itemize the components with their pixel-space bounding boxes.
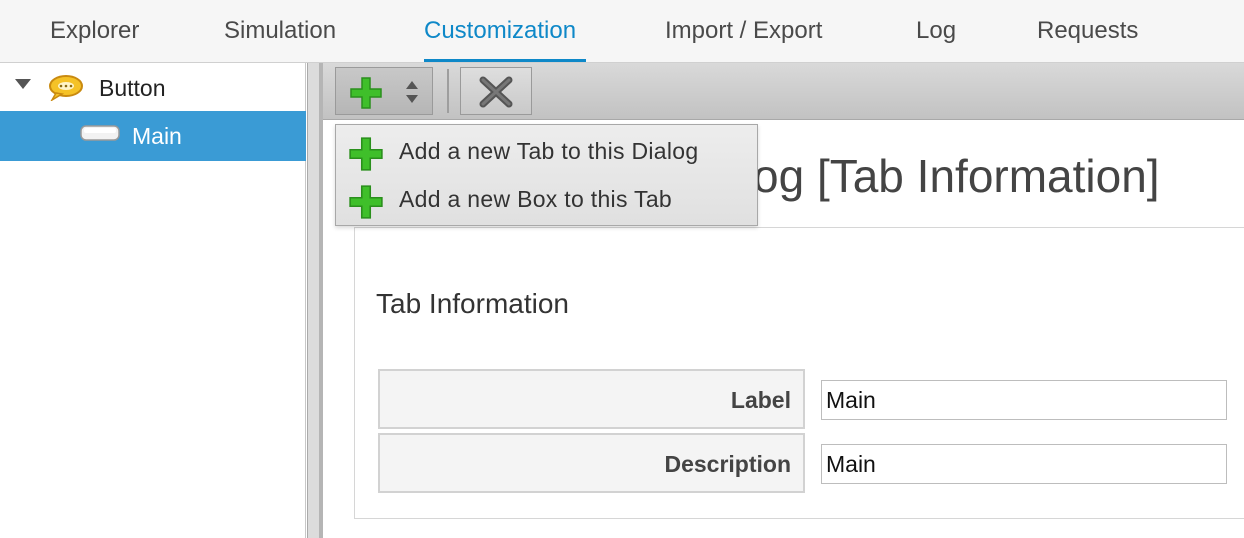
tab-simulation[interactable]: Simulation (224, 17, 336, 45)
tab-log[interactable]: Log (916, 17, 956, 45)
field-label-cell: Description (378, 433, 805, 493)
menu-item-label: Add a new Tab to this Dialog (399, 138, 699, 164)
field-label: Description (664, 451, 791, 477)
delete-button[interactable] (460, 67, 532, 115)
tab-import-export[interactable]: Import / Export (665, 17, 822, 45)
tab-information-panel: Tab Information Label Description (354, 227, 1244, 519)
toolbar-separator (447, 69, 449, 113)
field-row-description: Description (378, 433, 1244, 493)
field-row-label: Label (378, 369, 1244, 429)
tree-item-button[interactable]: Button (0, 63, 306, 111)
description-input[interactable] (821, 444, 1227, 484)
expand-caret-icon[interactable] (15, 79, 31, 89)
tab-explorer[interactable]: Explorer (50, 17, 139, 45)
x-icon (479, 76, 513, 108)
field-label: Label (730, 387, 791, 413)
page-title: og [Tab Information] (753, 150, 1160, 202)
tree-item-label: Button (99, 75, 166, 101)
field-label-cell: Label (378, 369, 805, 429)
panel-splitter[interactable] (307, 63, 323, 538)
menu-item-label: Add a new Box to this Tab (399, 186, 673, 212)
add-dropdown-menu: Add a new Tab to this Dialog Add a new B… (335, 124, 758, 226)
up-down-arrows-icon (406, 81, 418, 103)
tree-item-main[interactable]: Main (0, 111, 306, 161)
top-navigation: Explorer Simulation Customization Import… (0, 0, 1244, 63)
menu-item-add-tab[interactable]: Add a new Tab to this Dialog (336, 127, 757, 175)
plus-icon (349, 137, 383, 171)
tab-requests[interactable]: Requests (1037, 17, 1138, 45)
active-tab-indicator (424, 59, 586, 62)
plus-icon (349, 185, 383, 219)
label-input[interactable] (821, 380, 1227, 420)
add-button[interactable] (335, 67, 433, 115)
panel-title: Tab Information (376, 288, 569, 319)
tab-customization[interactable]: Customization (424, 17, 576, 45)
toolbar (323, 63, 1244, 120)
dialog-tree: Button Main (0, 63, 306, 538)
button-icon (80, 125, 120, 141)
tree-item-label: Main (132, 123, 182, 149)
plus-icon (350, 77, 382, 109)
speech-bubble-icon (49, 75, 83, 101)
menu-item-add-box[interactable]: Add a new Box to this Tab (336, 175, 757, 223)
